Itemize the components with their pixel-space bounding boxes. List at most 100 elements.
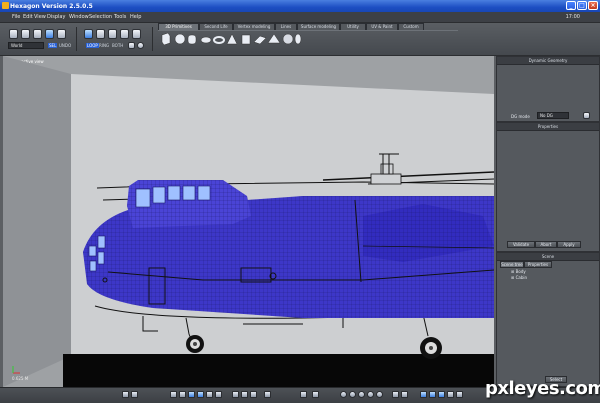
- tab-surface-modeling[interactable]: Surface modeling: [297, 23, 340, 30]
- axis-gizmo-icon: [12, 366, 20, 374]
- menu-help[interactable]: Help: [130, 14, 141, 20]
- maximize-button[interactable]: □: [577, 1, 587, 10]
- panel-title: Dynamic Geometry: [497, 57, 599, 65]
- cylinder-icon[interactable]: [187, 34, 197, 45]
- geosphere-icon[interactable]: [282, 33, 294, 45]
- sphere-icon[interactable]: [174, 33, 186, 45]
- loop-toggle[interactable]: LOOP: [86, 43, 99, 48]
- settings-icon[interactable]: [137, 42, 144, 49]
- undo-label[interactable]: UNDO: [59, 43, 71, 48]
- view-front-icon[interactable]: [420, 391, 427, 398]
- tab-second-life[interactable]: Second Life: [199, 23, 233, 30]
- texture-icon[interactable]: [264, 391, 271, 398]
- cube-icon[interactable]: [161, 32, 171, 46]
- frame-icon[interactable]: [122, 391, 129, 398]
- zoom-icon[interactable]: [367, 391, 374, 398]
- paint-select-icon[interactable]: [33, 29, 42, 39]
- layout-single-icon[interactable]: [188, 391, 195, 398]
- validate-button[interactable]: Validate: [507, 241, 535, 248]
- dg-mode-dropdown[interactable]: No DG: [537, 112, 569, 119]
- tab-vertex-modeling[interactable]: Vertex modeling: [233, 23, 275, 30]
- close-button[interactable]: ×: [588, 1, 598, 10]
- 3d-viewport[interactable]: Perspective view 0.625 M: [3, 56, 494, 387]
- vertex-mode-icon[interactable]: [84, 29, 93, 39]
- tree-item-body[interactable]: ⊞ Body: [511, 269, 526, 274]
- menu-bar: File Edit View Display Window Selection …: [0, 12, 600, 23]
- tab-uv-paint[interactable]: UV & Paint: [366, 23, 398, 30]
- primitive-shapes: [161, 32, 302, 46]
- sel-toggle[interactable]: SEL: [48, 43, 58, 48]
- lasso-tool-icon[interactable]: [21, 29, 30, 39]
- dg-mode-label: DG mode: [511, 114, 530, 119]
- plane-icon[interactable]: [253, 35, 267, 45]
- camera-icon[interactable]: [232, 391, 239, 398]
- object-mode-icon[interactable]: [120, 29, 129, 39]
- menu-selection[interactable]: Selection: [89, 14, 112, 20]
- ring-toggle[interactable]: RING: [99, 43, 109, 48]
- app-icon: [2, 2, 9, 9]
- disc-icon[interactable]: [200, 36, 212, 44]
- menu-display[interactable]: Display: [47, 14, 65, 20]
- redo-icon[interactable]: [401, 391, 408, 398]
- menu-view[interactable]: View: [34, 14, 46, 20]
- pointer-tool-icon[interactable]: [9, 29, 18, 39]
- dg-settings-icon[interactable]: [583, 112, 590, 119]
- grid-icon[interactable]: [131, 391, 138, 398]
- layout-split-icon[interactable]: [206, 391, 213, 398]
- cone-icon[interactable]: [226, 33, 238, 45]
- magnet-icon[interactable]: [45, 29, 54, 39]
- minimize-button[interactable]: _: [566, 1, 576, 10]
- properties-panel: Properties Validate Abort Apply: [496, 122, 600, 252]
- render-icon[interactable]: [250, 391, 257, 398]
- menu-file[interactable]: File: [12, 14, 20, 20]
- title-bar: Hexagon Version 2.5.0.5 _ □ ×: [0, 0, 600, 12]
- torus-icon[interactable]: [213, 36, 225, 44]
- face-mode-icon[interactable]: [108, 29, 117, 39]
- pyramid-icon[interactable]: [267, 33, 281, 44]
- capsule-icon[interactable]: [294, 33, 302, 45]
- dynamic-geometry-panel: Dynamic Geometry DG mode No DG: [496, 56, 600, 122]
- clock: 17:00: [565, 14, 580, 20]
- tab-scene-properties[interactable]: Properties: [524, 261, 552, 268]
- tree-item-cabin[interactable]: ⊞ Cabin: [511, 275, 527, 280]
- loop-option-icon[interactable]: [128, 42, 135, 49]
- view-user-icon[interactable]: [456, 391, 463, 398]
- shading-icon[interactable]: [170, 391, 177, 398]
- orbit-icon[interactable]: [349, 391, 356, 398]
- layout-wide-icon[interactable]: [215, 391, 222, 398]
- undo-icon[interactable]: [392, 391, 399, 398]
- view-side-icon[interactable]: [429, 391, 436, 398]
- menu-window[interactable]: Window: [69, 14, 89, 20]
- apply-button[interactable]: Apply: [557, 241, 581, 248]
- sphere-view-icon[interactable]: [340, 391, 347, 398]
- panel-title: Properties: [497, 123, 599, 131]
- view-top-icon[interactable]: [438, 391, 445, 398]
- rear-wheel: [420, 337, 442, 359]
- scene-render: [3, 56, 494, 387]
- view-persp-icon[interactable]: [447, 391, 454, 398]
- group-mode-icon[interactable]: [132, 29, 141, 39]
- light-icon[interactable]: [241, 391, 248, 398]
- tab-custom[interactable]: Custom: [398, 23, 424, 30]
- wire-icon[interactable]: [179, 391, 186, 398]
- pan-icon[interactable]: [358, 391, 365, 398]
- panel-title: Scene: [497, 253, 599, 261]
- tab-lines[interactable]: Lines: [275, 23, 297, 30]
- fit-icon[interactable]: [376, 391, 383, 398]
- toolbar: World SEL UNDO LOOP RING BOTH 3D Primiti…: [0, 23, 600, 56]
- tab-3d-primitives[interactable]: 3D Primitives: [158, 23, 199, 30]
- both-toggle[interactable]: BOTH: [112, 43, 123, 48]
- lock-icon[interactable]: [57, 29, 66, 39]
- tube-icon[interactable]: [241, 34, 251, 45]
- tab-scene-tree[interactable]: Scene tree: [500, 261, 524, 268]
- layout-quad-icon[interactable]: [197, 391, 204, 398]
- symmetry-icon[interactable]: [312, 391, 319, 398]
- tab-utility[interactable]: Utility: [340, 23, 366, 30]
- menu-tools[interactable]: Tools: [114, 14, 126, 20]
- front-wheel: [186, 335, 204, 353]
- menu-edit[interactable]: Edit: [23, 14, 33, 20]
- abort-button[interactable]: Abort: [535, 241, 557, 248]
- world-dropdown[interactable]: World: [8, 42, 44, 49]
- edge-mode-icon[interactable]: [96, 29, 105, 39]
- snap-icon[interactable]: [300, 391, 307, 398]
